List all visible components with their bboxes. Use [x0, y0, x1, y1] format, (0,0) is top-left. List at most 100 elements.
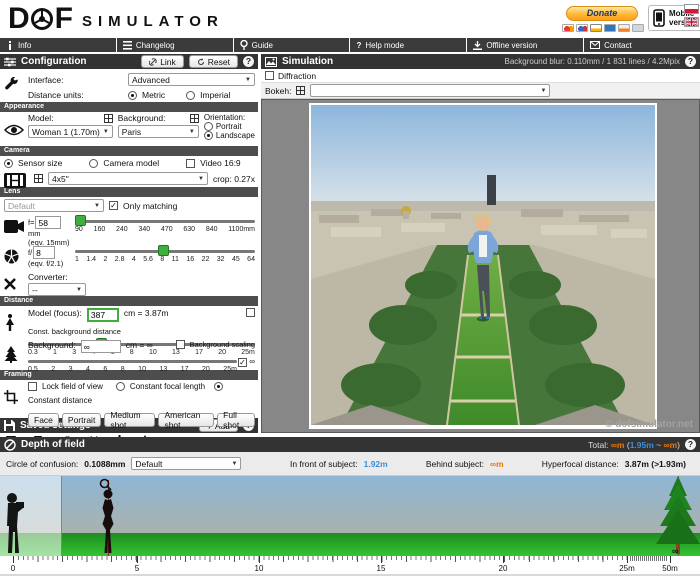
simulation-canvas[interactable]: © dofsimulator.net	[261, 99, 700, 433]
aperture-input[interactable]	[33, 246, 55, 259]
nav-help-mode[interactable]: ? Help mode	[350, 38, 466, 52]
bg-tick: 10	[138, 366, 146, 373]
background-gallery-icon[interactable]	[190, 114, 199, 123]
focal-length-slider[interactable]	[75, 220, 255, 223]
portrait-radio[interactable]	[204, 122, 213, 131]
focal-prefix: f=	[28, 218, 34, 227]
photographer-figure	[2, 492, 28, 556]
dof-help-icon[interactable]: ?	[685, 439, 696, 450]
simulation-panel: Simulation Background blur: 0.110mm / 1 …	[261, 54, 700, 433]
sensor-gallery-icon[interactable]	[34, 174, 43, 183]
link-button[interactable]: Link	[141, 55, 184, 68]
model-distance-input[interactable]	[87, 308, 119, 322]
bg-tick: 3	[69, 366, 73, 373]
chevron-down-icon: ▼	[103, 129, 109, 135]
model-gallery-icon[interactable]	[104, 114, 113, 123]
portrait-button[interactable]: Portrait	[62, 413, 101, 427]
bg-infinity-checkbox[interactable]: ✓	[238, 358, 247, 367]
background-distance-input[interactable]	[81, 340, 121, 353]
magnifier-icon[interactable]	[99, 478, 112, 491]
diffraction-checkbox[interactable]	[265, 71, 274, 80]
aperture-icon	[4, 249, 19, 264]
model-select[interactable]: Woman 1 (1.70m) ▼	[28, 125, 113, 138]
converter-value: --	[32, 285, 76, 295]
aperture-tick: 8	[160, 256, 164, 263]
face-button[interactable]: Face	[28, 413, 59, 427]
sensor-select[interactable]: 4x5" ▼	[48, 172, 208, 185]
american-shot-button[interactable]: American shot	[158, 413, 214, 427]
lens-section-header: Lens	[0, 187, 258, 197]
coc-select[interactable]: Default ▼	[131, 457, 241, 470]
video-checkbox[interactable]	[186, 159, 195, 168]
dof-scale-visualization[interactable]: 0 5 10 15 20 25m 50m ∞	[0, 476, 700, 576]
download-icon	[473, 41, 482, 50]
interface-select[interactable]: Advanced ▼	[128, 73, 255, 86]
reset-button[interactable]: Reset	[189, 55, 238, 68]
bokeh-select[interactable]: ▼	[310, 84, 550, 97]
uk-flag-button[interactable]	[684, 17, 699, 27]
const-focal-label: Constant focal length	[130, 382, 205, 391]
only-matching-checkbox[interactable]: ✓	[109, 201, 118, 210]
const-distance-radio[interactable]	[214, 382, 223, 391]
video-camera-icon	[4, 220, 24, 233]
scale-label-50m: 50m	[662, 564, 678, 573]
nav-offline-version[interactable]: Offline version	[467, 38, 583, 52]
polish-flag-button[interactable]	[684, 4, 699, 14]
focal-unit: mm	[28, 229, 70, 238]
dof-title: Depth of field	[21, 439, 85, 450]
bg-scaling-checkbox[interactable]	[176, 340, 185, 349]
landscape-radio[interactable]	[204, 131, 213, 140]
background-select[interactable]: Paris ▼	[118, 125, 199, 138]
background-distance-slider[interactable]	[28, 360, 237, 363]
focal-length-slider-handle[interactable]	[75, 215, 86, 226]
aperture-slider-handle[interactable]	[158, 245, 169, 256]
focal-length-input[interactable]	[35, 216, 61, 229]
lock-fov-checkbox[interactable]	[28, 382, 37, 391]
bg-infinity-symbol: ∞	[249, 357, 255, 366]
camera-section-header: Camera	[0, 146, 258, 156]
camera-model-radio[interactable]	[89, 159, 98, 168]
imperial-radio[interactable]	[186, 91, 195, 100]
const-bg-checkbox[interactable]	[246, 308, 255, 317]
scale-label-10: 10	[255, 564, 264, 573]
aperture-tick: 2	[103, 256, 107, 263]
subject-figure[interactable]	[98, 489, 118, 556]
model-focus-label: Model (focus):	[28, 308, 82, 318]
amex-icon	[604, 24, 616, 32]
portrait-label: Portrait	[216, 122, 242, 131]
converter-select[interactable]: -- ▼	[28, 283, 86, 296]
donate-button[interactable]: Donate	[566, 6, 638, 21]
major-tick	[259, 556, 260, 563]
distance-scale[interactable]: 0 5 10 15 20 25m 50m	[0, 556, 700, 576]
nav-info[interactable]: Info	[0, 38, 116, 52]
app-header: D F SIMULATOR Donate Mobile version	[0, 0, 700, 38]
chevron-down-icon: ▼	[198, 176, 204, 182]
coc-select-value: Default	[135, 459, 231, 469]
config-help-icon[interactable]: ?	[243, 56, 254, 67]
main-nav: Info Changelog Guide ? Help mode Offline…	[0, 38, 700, 52]
simulation-help-icon[interactable]: ?	[685, 56, 696, 67]
sensor-size-radio[interactable]	[4, 159, 13, 168]
crop-factor: crop: 0.27x	[213, 174, 255, 184]
link-button-label: Link	[160, 57, 176, 67]
dof-near-limit-line[interactable]	[61, 476, 62, 556]
nav-changelog[interactable]: Changelog	[117, 38, 233, 52]
lens-select[interactable]: Default ▼	[4, 199, 104, 212]
model-value: Woman 1 (1.70m)	[32, 127, 103, 137]
nav-contact[interactable]: Contact	[584, 38, 700, 52]
total-far: ∞m	[664, 440, 678, 450]
background-tree-figure[interactable]	[656, 476, 700, 556]
medium-shot-button[interactable]: Medium shot	[104, 413, 155, 427]
chevron-down-icon: ▼	[76, 287, 82, 293]
const-focal-radio[interactable]	[116, 382, 125, 391]
bokeh-gallery-icon[interactable]	[296, 86, 305, 95]
metric-radio[interactable]	[128, 91, 137, 100]
chevron-down-icon: ▼	[231, 461, 237, 467]
behind-label: Behind subject:	[426, 459, 484, 469]
full-shot-button[interactable]: Full shot	[217, 413, 255, 427]
model-label: Model:	[28, 113, 54, 123]
aperture-slider[interactable]	[75, 250, 255, 253]
lock-fov-label: Lock field of view	[42, 382, 103, 391]
nav-guide[interactable]: Guide	[234, 38, 350, 52]
model-distance-suffix: cm = 3.87m	[124, 308, 169, 318]
